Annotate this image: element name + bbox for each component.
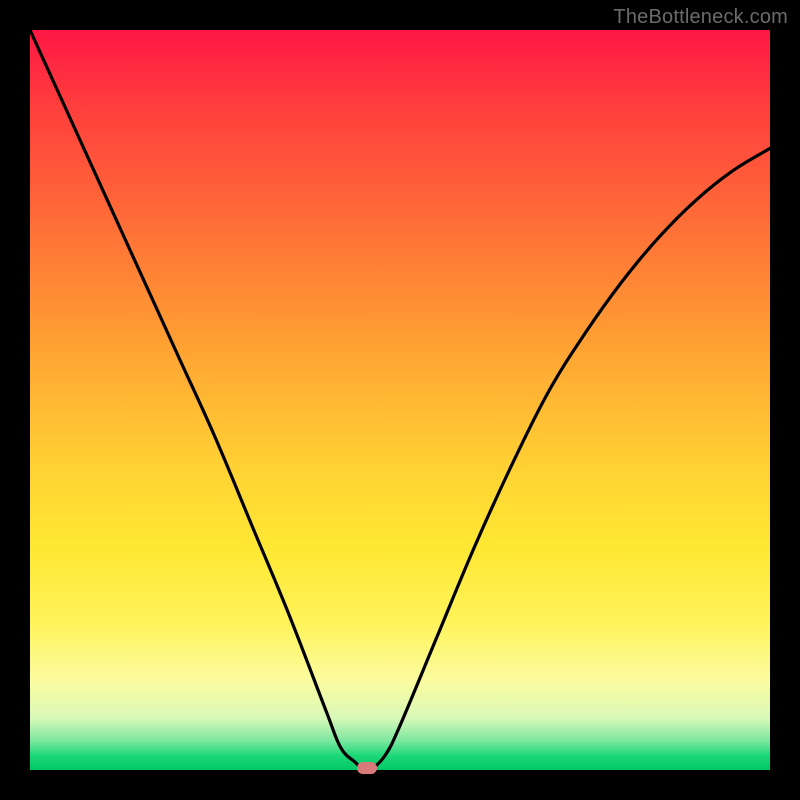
chart-frame: TheBottleneck.com xyxy=(0,0,800,800)
optimum-marker xyxy=(357,762,377,774)
watermark-text: TheBottleneck.com xyxy=(613,6,788,29)
plot-area xyxy=(30,30,770,770)
bottleneck-curve xyxy=(30,30,770,770)
